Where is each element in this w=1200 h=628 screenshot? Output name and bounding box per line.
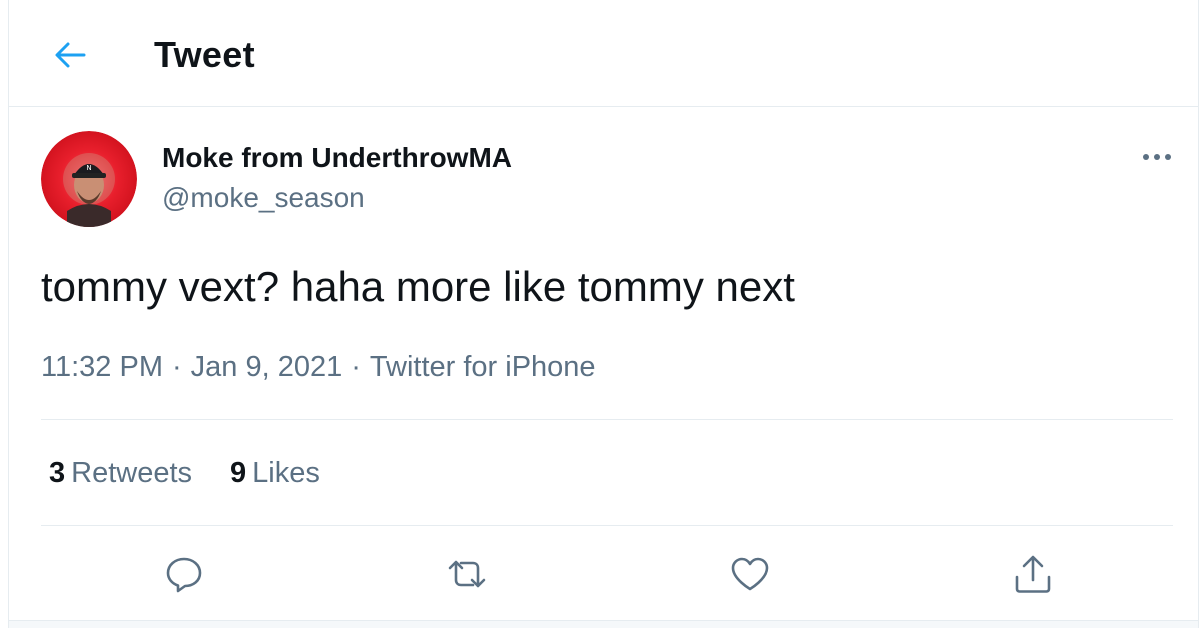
tweet-page: Tweet N Moke from UnderthrowMA @moke_sea… [8,0,1199,628]
tweet-source[interactable]: Twitter for iPhone [370,351,596,383]
retweets-label: Retweets [71,457,193,489]
tweet-text: tommy vext? haha more like tommy next [41,263,795,310]
author-handle[interactable]: @moke_season [162,182,365,214]
heart-icon [731,557,769,591]
likes-label: Likes [252,457,320,489]
reply-icon [166,557,202,593]
more-options-button[interactable] [1137,140,1177,174]
back-button[interactable] [47,32,93,78]
meta-separator: · [171,351,182,383]
avatar-photo: N [41,131,137,227]
divider [41,419,1173,420]
meta-separator: · [351,351,361,383]
avatar[interactable]: N [41,131,137,227]
bottom-border [9,620,1198,628]
page-title: Tweet [154,34,255,75]
retweet-icon [448,560,486,588]
share-icon [1015,555,1051,593]
more-dots-icon [1143,154,1171,160]
engagement-stats: 3 Retweets 9 Likes [49,457,358,490]
reply-button[interactable] [160,550,208,598]
retweet-button[interactable] [443,550,491,598]
likes-stat[interactable]: 9 Likes [230,457,320,490]
divider [41,525,1173,526]
like-button[interactable] [726,550,774,598]
retweets-count: 3 [49,457,66,489]
author-display-name[interactable]: Moke from UnderthrowMA [162,142,512,174]
retweets-stat[interactable]: 3 Retweets [49,457,192,490]
tweet-time[interactable]: 11:32 PM [41,351,163,383]
tweet-date[interactable]: Jan 9, 2021 [191,351,343,383]
likes-count: 9 [230,457,247,489]
tweet-meta: 11:32 PM · Jan 9, 2021 · Twitter for iPhone [41,351,596,384]
share-button[interactable] [1009,550,1057,598]
page-header: Tweet [9,0,1198,107]
arrow-left-icon [55,42,86,68]
svg-text:N: N [86,164,91,172]
